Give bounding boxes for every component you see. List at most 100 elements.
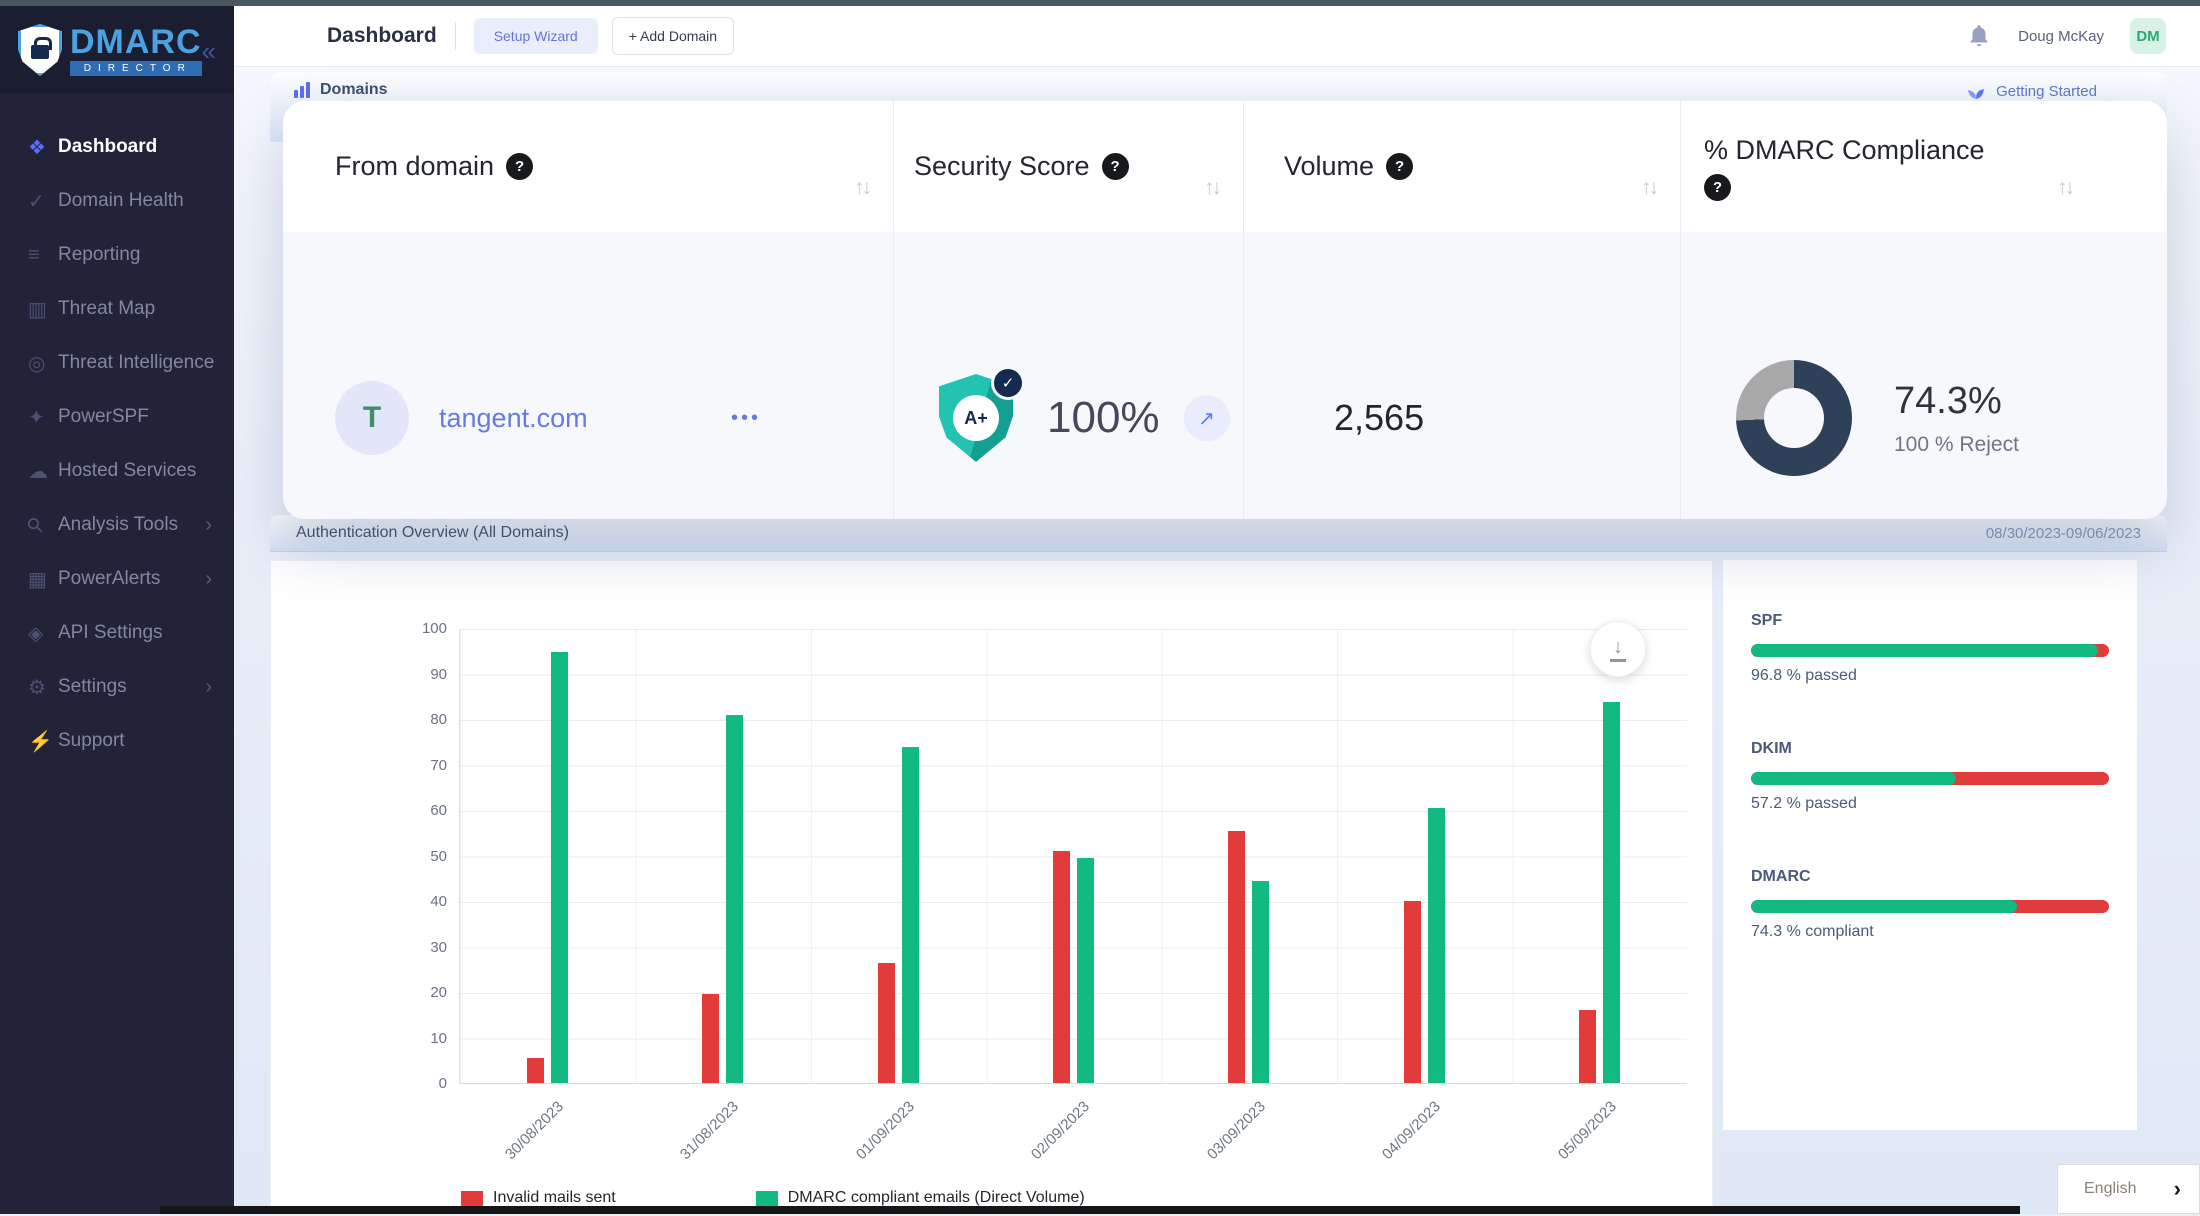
column-header-security-score: Security Score ? ↑↓ [893, 101, 1243, 232]
logo-shield-lock-icon [18, 24, 62, 76]
sidebar-item-hosted-services[interactable]: ☁ Hosted Services [0, 444, 234, 498]
target-icon: ◎ [28, 351, 58, 376]
user-name[interactable]: Doug McKay [2018, 28, 2104, 45]
page-title: Dashboard [327, 24, 437, 48]
search-icon: ⚲ [28, 513, 58, 538]
report-lines-icon: ≡ [28, 244, 58, 267]
help-icon[interactable]: ? [506, 153, 533, 180]
sidebar-item-api-settings[interactable]: ◈ API Settings [0, 606, 234, 660]
x-tick: 05/09/2023 [1502, 1098, 1620, 1216]
bar-compliant [1603, 702, 1620, 1083]
chevron-right-icon: › [205, 568, 212, 591]
bar-invalid [1579, 1010, 1596, 1083]
date-range[interactable]: 08/30/2023-09/06/2023 [1986, 525, 2141, 542]
legend-item-invalid[interactable]: Invalid mails sent [461, 1189, 616, 1207]
domain-initial-avatar: T [335, 381, 409, 455]
x-tick: 04/09/2023 [1326, 1098, 1444, 1216]
add-domain-button[interactable]: + Add Domain [612, 17, 734, 55]
bolt-icon: ⚡ [28, 729, 58, 754]
sidebar-item-support[interactable]: ⚡ Support [0, 714, 234, 768]
y-tick: 90 [361, 666, 447, 683]
chart-legend: Invalid mails sent DMARC compliant email… [461, 1189, 1085, 1207]
y-tick: 50 [361, 848, 447, 865]
chevron-right-icon: › [2174, 1176, 2181, 1202]
compliance-donut-chart [1736, 360, 1852, 476]
auth-overview-label: Authentication Overview (All Domains) [296, 524, 569, 542]
volume-value: 2,565 [1243, 232, 1680, 519]
sidebar-item-domain-health[interactable]: ✓ Domain Health [0, 174, 234, 228]
spf-progress-bar [1751, 644, 2109, 657]
sort-icon[interactable]: ↑↓ [1641, 176, 1656, 200]
bell-icon[interactable] [1966, 23, 1992, 49]
chevron-right-icon: › [205, 514, 212, 537]
y-tick: 40 [361, 893, 447, 910]
dkim-summary: DKIM 57.2 % passed [1751, 740, 2109, 813]
cluster-icon: ✦ [28, 405, 58, 430]
sort-icon[interactable]: ↑↓ [2057, 176, 2072, 200]
bar-invalid [702, 994, 719, 1083]
sort-icon[interactable]: ↑↓ [1204, 176, 1219, 200]
help-icon[interactable]: ? [1102, 153, 1129, 180]
y-tick: 70 [361, 757, 447, 774]
domain-link[interactable]: tangent.com [439, 403, 588, 434]
help-icon[interactable]: ? [1704, 174, 1731, 201]
chevron-right-icon: › [205, 676, 212, 699]
bar-compliant [1077, 858, 1094, 1083]
sidebar-item-settings[interactable]: ⚙ Settings › [0, 660, 234, 714]
sort-icon[interactable]: ↑↓ [854, 176, 869, 200]
security-score-value: 100% [1047, 393, 1160, 443]
toggles-icon: ⚙ [28, 675, 58, 700]
getting-started-link[interactable]: Getting Started [1966, 81, 2097, 101]
bar-invalid [527, 1058, 544, 1083]
shield-check-icon: ✓ [28, 189, 58, 214]
sidebar-item-powerspf[interactable]: ✦ PowerSPF [0, 390, 234, 444]
language-selector[interactable]: English › [2057, 1164, 2200, 1214]
bar-invalid [1228, 831, 1245, 1083]
column-header-from-domain: From domain ? ↑↓ [283, 101, 893, 232]
sidebar-item-threat-intelligence[interactable]: ◎ Threat Intelligence [0, 336, 234, 390]
column-header-volume: Volume ? ↑↓ [1243, 101, 1680, 232]
bar-compliant [551, 652, 568, 1083]
setup-wizard-button[interactable]: Setup Wizard [474, 18, 598, 54]
logo: DMARC DIRECTOR « [0, 6, 234, 94]
download-icon: ↓ [1613, 637, 1623, 657]
topbar: Dashboard Setup Wizard + Add Domain Doug… [234, 6, 2200, 67]
auth-overview-chart-card: ↓ 100 90 80 70 60 50 40 30 20 10 0 30/08… [270, 560, 1713, 1214]
y-tick: 60 [361, 802, 447, 819]
dkim-progress-bar [1751, 772, 2109, 785]
red-swatch-icon [461, 1191, 483, 1206]
layers-icon: ❖ [28, 135, 58, 160]
brand-subtitle: DIRECTOR [70, 61, 202, 76]
download-chart-button[interactable]: ↓ [1590, 621, 1646, 677]
bar-compliant [1428, 808, 1445, 1083]
brand-name: DMARC [70, 25, 202, 59]
legend-item-compliant[interactable]: DMARC compliant emails (Direct Volume) [756, 1189, 1085, 1207]
sidebar-item-analysis-tools[interactable]: ⚲ Analysis Tools › [0, 498, 234, 552]
row-menu-icon[interactable]: ••• [731, 407, 761, 430]
bar-compliant [902, 747, 919, 1083]
grid-icon: ▦ [28, 567, 58, 592]
column-header-dmarc-compliance: % DMARC Compliance ? ↑↓ [1680, 101, 2167, 232]
sidebar-item-poweralerts[interactable]: ▦ PowerAlerts › [0, 552, 234, 606]
domains-table-card: From domain ? ↑↓ Security Score ? ↑↓ Vol… [283, 101, 2167, 519]
sidebar-item-reporting[interactable]: ≡ Reporting [0, 228, 234, 282]
language-label: English [2084, 1180, 2136, 1198]
security-grade-shield-icon: A+ ✓ [939, 374, 1013, 462]
sidebar-item-threat-map[interactable]: ▥ Threat Map [0, 282, 234, 336]
y-tick: 0 [361, 1075, 447, 1092]
bar-compliant [1252, 881, 1269, 1083]
dmarc-summary: DMARC 74.3 % compliant [1751, 868, 2109, 941]
green-swatch-icon [756, 1191, 778, 1206]
avatar[interactable]: DM [2130, 18, 2166, 54]
bar-invalid [878, 963, 895, 1083]
bar-compliant [726, 715, 743, 1083]
trend-up-icon[interactable]: ↗ [1184, 395, 1230, 441]
compliance-percent: 74.3% [1894, 380, 2019, 423]
help-icon[interactable]: ? [1386, 153, 1413, 180]
y-tick: 30 [361, 939, 447, 956]
sidebar-collapse-icon[interactable]: « [202, 36, 216, 67]
spf-summary: SPF 96.8 % passed [1751, 612, 2109, 685]
verified-check-icon: ✓ [991, 366, 1025, 400]
x-tick: 03/09/2023 [1151, 1098, 1269, 1216]
sidebar-item-dashboard[interactable]: ❖ Dashboard [0, 120, 234, 174]
